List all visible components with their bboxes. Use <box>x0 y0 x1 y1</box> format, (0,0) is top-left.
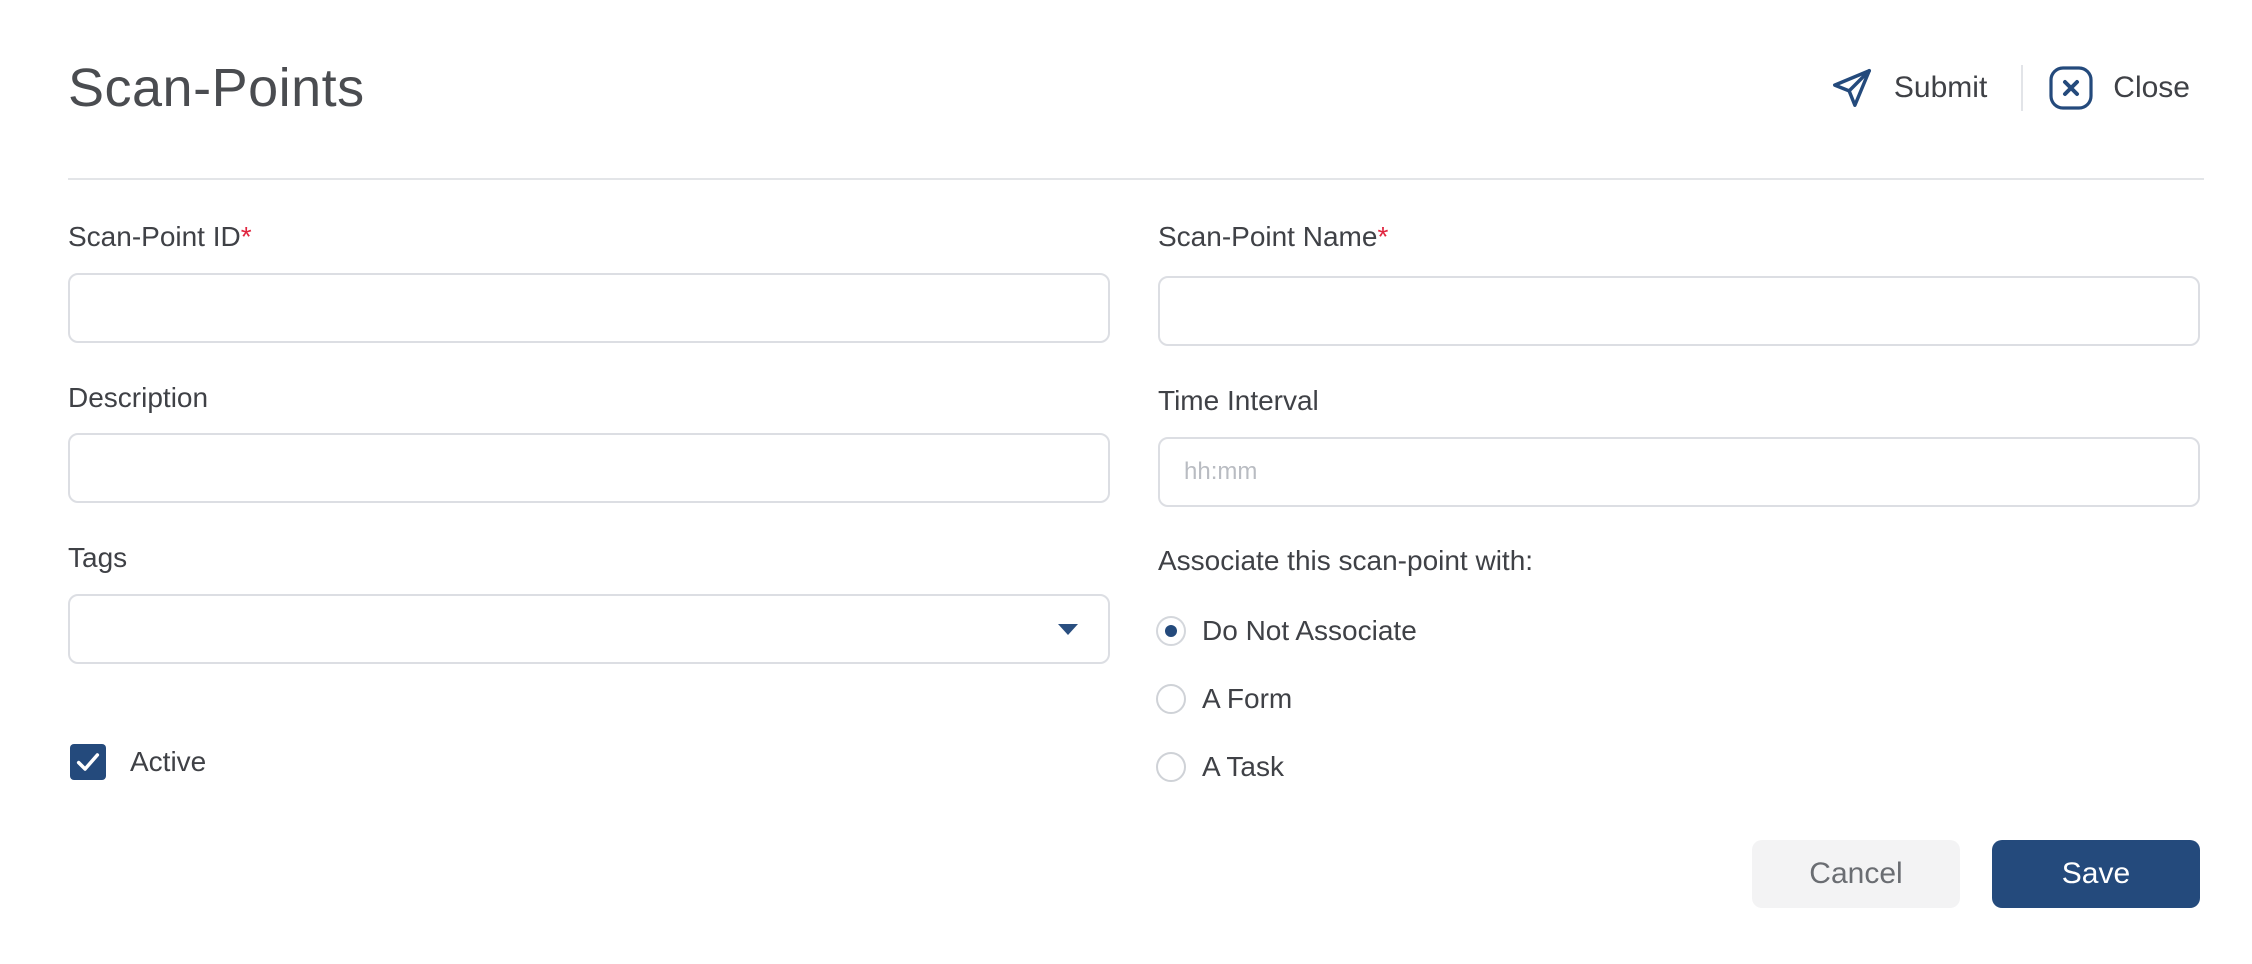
description-label: Description <box>68 382 209 413</box>
header-divider <box>2021 65 2024 111</box>
header-divider-line <box>68 178 2204 180</box>
submit-label: Submit <box>1893 71 1988 104</box>
scan-point-name-label-text: Scan-Point Name <box>1158 221 1378 252</box>
description-input[interactable] <box>68 433 1110 503</box>
scan-point-name-input[interactable] <box>1158 276 2200 346</box>
radio-label: A Task <box>1202 751 1284 782</box>
chevron-down-icon <box>1058 624 1078 635</box>
save-button[interactable]: Save <box>1992 840 2200 908</box>
tags-label: Tags <box>68 542 128 573</box>
submit-button[interactable]: Submit <box>1828 64 1987 112</box>
tags-select[interactable] <box>68 594 1110 664</box>
radio-a-form[interactable]: A Form <box>1156 682 1292 716</box>
active-label: Active <box>130 746 207 777</box>
scan-point-name-label: Scan-Point Name* <box>1158 219 1388 255</box>
associate-label: Associate this scan-point with: <box>1158 545 1534 576</box>
radio-label: Do Not Associate <box>1202 615 1417 646</box>
required-mark: * <box>1377 221 1389 252</box>
radio-label: A Form <box>1202 683 1293 714</box>
radio-button-selected[interactable] <box>1156 616 1186 646</box>
send-icon <box>1828 64 1876 112</box>
cancel-button[interactable]: Cancel <box>1752 840 1960 908</box>
scan-point-id-input[interactable] <box>68 273 1110 343</box>
scan-point-id-label: Scan-Point ID* <box>68 219 252 255</box>
radio-a-task[interactable]: A Task <box>1156 750 1284 784</box>
checkmark-icon <box>76 753 100 771</box>
close-label: Close <box>2113 71 2190 104</box>
active-checkbox[interactable] <box>70 744 106 780</box>
time-interval-placeholder: hh:mm <box>1184 458 1258 485</box>
scan-point-id-label-text: Scan-Point ID <box>68 221 241 252</box>
header-actions: Submit Close <box>1828 60 2190 116</box>
page-title: Scan-Points <box>68 58 365 118</box>
radio-button[interactable] <box>1156 752 1186 782</box>
close-icon <box>2047 64 2095 112</box>
radio-do-not-associate[interactable]: Do Not Associate <box>1156 614 1417 648</box>
close-button[interactable]: Close <box>2047 64 2190 112</box>
time-interval-input[interactable]: hh:mm <box>1158 437 2200 507</box>
required-mark: * <box>240 221 252 252</box>
radio-button[interactable] <box>1156 684 1186 714</box>
time-interval-label: Time Interval <box>1158 385 1319 416</box>
